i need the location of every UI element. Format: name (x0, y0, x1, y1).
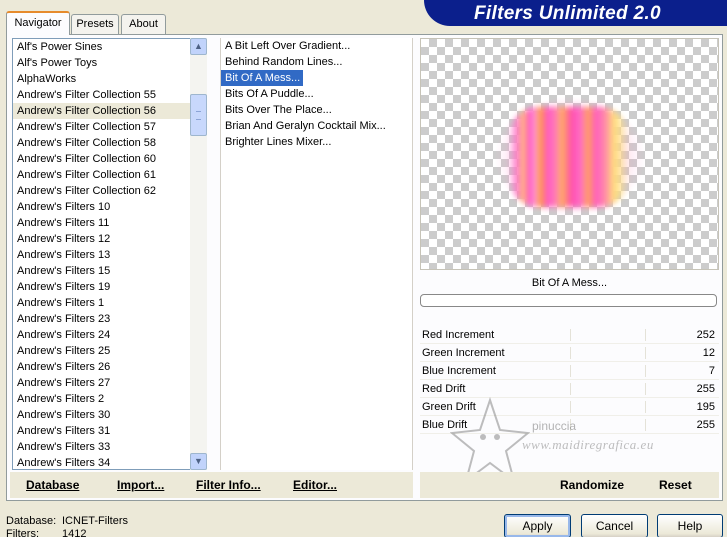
category-item[interactable]: Andrew's Filter Collection 57 (13, 119, 206, 135)
scroll-up-icon[interactable]: ▲ (190, 38, 207, 55)
category-item[interactable]: AlphaWorks (13, 71, 206, 87)
tab-about[interactable]: About (121, 14, 166, 34)
category-scrollbar[interactable]: ▲ ▼ (190, 38, 207, 470)
import-button[interactable]: Import... (117, 478, 164, 492)
category-item[interactable]: Andrew's Filters 23 (13, 311, 206, 327)
filter-item[interactable]: Bit Of A Mess... (221, 70, 304, 86)
category-item[interactable]: Andrew's Filters 11 (13, 215, 206, 231)
editor-button[interactable]: Editor... (293, 478, 337, 492)
category-item[interactable]: Andrew's Filters 27 (13, 375, 206, 391)
category-item[interactable]: Andrew's Filter Collection 56 (13, 103, 206, 119)
filter-item[interactable]: Brighter Lines Mixer... (221, 134, 412, 150)
parameter-row[interactable]: Green Increment 12 (420, 344, 719, 362)
filter-list[interactable]: A Bit Left Over Gradient... Behind Random… (220, 38, 413, 470)
preview-image (509, 107, 629, 207)
scroll-down-icon[interactable]: ▼ (190, 453, 207, 470)
filters-count-value: 1412 (62, 528, 87, 537)
parameter-label: Red Increment (422, 329, 495, 341)
slider-tick (570, 347, 571, 359)
selected-filter-name: Bit Of A Mess... (531, 277, 608, 289)
category-item[interactable]: Andrew's Filters 26 (13, 359, 206, 375)
category-item[interactable]: Andrew's Filter Collection 62 (13, 183, 206, 199)
filter-item[interactable]: Bits Of A Puddle... (221, 86, 412, 102)
right-action-bar: Randomize Reset (420, 472, 719, 498)
category-item[interactable]: Andrew's Filters 1 (13, 295, 206, 311)
category-item[interactable]: Andrew's Filters 2 (13, 391, 206, 407)
category-item[interactable]: Andrew's Filter Collection 55 (13, 87, 206, 103)
parameter-value: 252 (696, 329, 715, 341)
category-item[interactable]: Andrew's Filters 13 (13, 247, 206, 263)
category-item[interactable]: Andrew's Filters 12 (13, 231, 206, 247)
preview-canvas (420, 38, 719, 270)
parameter-row[interactable]: Red Increment 252 (420, 326, 719, 344)
parameter-value: 7 (708, 365, 715, 377)
slider-tick (645, 329, 646, 341)
slider-tick (570, 383, 571, 395)
category-list[interactable]: Alf's Power Sines Alf's Power Toys AlphaWo… (12, 38, 207, 470)
slider-tick (570, 365, 571, 377)
category-item[interactable]: Andrew's Filter Collection 60 (13, 151, 206, 167)
tab-navigator[interactable]: Navigator (6, 11, 70, 35)
reset-button[interactable]: Reset (659, 478, 692, 492)
filter-item[interactable]: A Bit Left Over Gradient... (221, 38, 412, 54)
left-action-bar: Database Import... Filter Info... Editor… (10, 472, 413, 498)
category-item[interactable]: Andrew's Filter Collection 58 (13, 135, 206, 151)
category-item[interactable]: Andrew's Filters 19 (13, 279, 206, 295)
category-item[interactable]: Andrew's Filters 31 (13, 423, 206, 439)
category-item[interactable]: Andrew's Filters 33 (13, 439, 206, 455)
slider-tick (645, 365, 646, 377)
filter-info-button[interactable]: Filter Info... (196, 478, 261, 492)
category-item[interactable]: Andrew's Filters 30 (13, 407, 206, 423)
database-button[interactable]: Database (26, 478, 79, 492)
database-value: ICNET-Filters (62, 515, 128, 527)
category-item[interactable]: Andrew's Filters 34 (13, 455, 206, 469)
parameter-row[interactable]: Blue Increment 7 (420, 362, 719, 380)
apply-button[interactable]: Apply (504, 514, 571, 537)
randomize-button[interactable]: Randomize (560, 478, 624, 492)
category-item[interactable]: Andrew's Filter Collection 61 (13, 167, 206, 183)
category-item[interactable]: Alf's Power Sines (13, 39, 206, 55)
help-button[interactable]: Help (657, 514, 723, 537)
filter-item[interactable]: Bits Over The Place... (221, 102, 412, 118)
category-item[interactable]: Andrew's Filters 24 (13, 327, 206, 343)
app-title: Filters Unlimited 2.0 (474, 3, 661, 24)
filters-count-label: Filters: (6, 528, 39, 537)
category-item[interactable]: Alf's Power Toys (13, 55, 206, 71)
parameter-label: Blue Increment (422, 365, 496, 377)
filter-item[interactable]: Behind Random Lines... (221, 54, 412, 70)
slider-tick (570, 329, 571, 341)
scroll-thumb[interactable] (190, 94, 207, 136)
parameter-value: 12 (702, 347, 715, 359)
category-item[interactable]: Andrew's Filters 10 (13, 199, 206, 215)
parameter-label: Green Increment (422, 347, 505, 359)
category-item[interactable]: Andrew's Filters 15 (13, 263, 206, 279)
category-item[interactable]: Andrew's Filters 25 (13, 343, 206, 359)
cancel-button[interactable]: Cancel (581, 514, 648, 537)
database-label: Database: (6, 515, 57, 527)
progress-bar (420, 294, 717, 307)
tab-presets[interactable]: Presets (71, 14, 119, 34)
filter-item[interactable]: Brian And Geralyn Cocktail Mix... (221, 118, 412, 134)
watermark-name: pinuccia (532, 419, 577, 433)
slider-tick (645, 383, 646, 395)
slider-tick (645, 347, 646, 359)
watermark-site: www.maidiregrafica.eu (522, 437, 654, 452)
